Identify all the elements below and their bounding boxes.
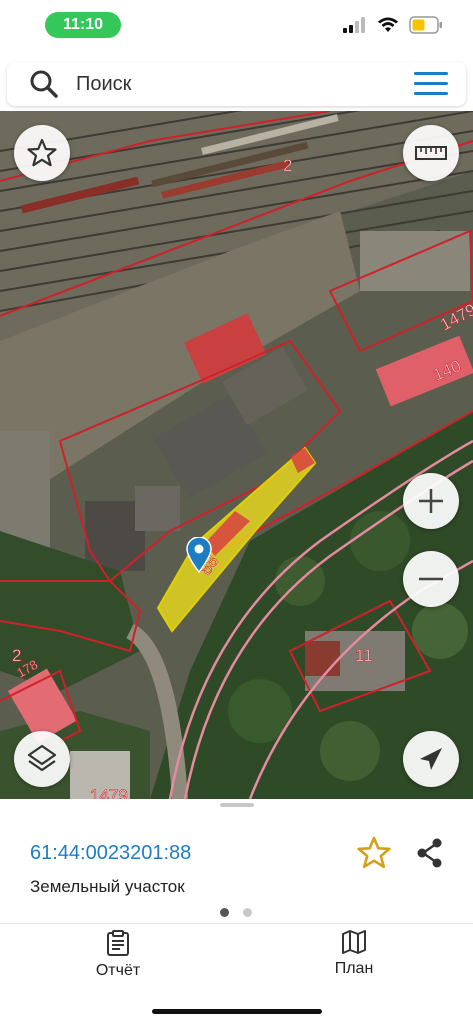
map-label: 1479 (437, 300, 473, 335)
sheet-grabber[interactable] (220, 803, 254, 807)
wifi-icon (378, 17, 398, 32)
tab-plan-label: План (334, 960, 374, 977)
search-bar[interactable]: Поиск (7, 62, 466, 106)
home-indicator (152, 1009, 322, 1014)
minus-icon (419, 577, 443, 581)
favorite-map-button[interactable] (14, 125, 70, 181)
map-label: 11 (355, 646, 373, 665)
map-labels: 2 1479 140 88 11 2 178 1479 (12, 156, 473, 799)
battery-icon (409, 16, 442, 34)
page-indicator (220, 908, 252, 917)
menu-icon[interactable] (414, 72, 448, 96)
share-icon[interactable] (416, 838, 444, 868)
layers-icon (27, 744, 57, 772)
satellite-map[interactable]: 2 1479 140 88 11 2 178 1479 (0, 111, 473, 799)
navigation-arrow-icon (420, 748, 442, 770)
tab-report-label: Отчёт (95, 962, 141, 979)
object-type: Земельный участок (30, 877, 185, 896)
status-bar: 11:10 (0, 0, 473, 52)
search-input[interactable]: Поиск (76, 73, 131, 96)
page-dot[interactable] (243, 908, 252, 917)
layers-button[interactable] (14, 731, 70, 787)
zoom-in-button[interactable] (403, 473, 459, 529)
map-label: 2 (12, 646, 21, 665)
map-label: 1479 (90, 786, 128, 799)
ruler-icon (415, 146, 447, 160)
plus-icon (419, 489, 443, 513)
my-location-button[interactable] (403, 731, 459, 787)
cadastral-number[interactable]: 61:44:0023201:88 (30, 842, 191, 865)
map-icon (342, 930, 366, 954)
cellular-signal-icon (343, 17, 365, 33)
status-icons (343, 16, 443, 34)
star-outline-icon (27, 138, 57, 167)
tab-plan[interactable]: План (294, 930, 414, 990)
status-time: 11:10 (45, 12, 121, 38)
map-label: 140 (430, 356, 463, 384)
ruler-button[interactable] (403, 125, 459, 181)
search-icon (30, 70, 58, 98)
zoom-out-button[interactable] (403, 551, 459, 607)
favorite-star-icon[interactable] (357, 836, 391, 870)
clipboard-icon (107, 930, 129, 956)
divider (0, 923, 473, 924)
app-root: 11:10 Поиск 2 1479 140 88 11 2 178 1479 … (0, 0, 473, 1024)
map-label: 2 (283, 156, 292, 175)
location-pin-icon[interactable] (186, 537, 212, 573)
page-dot-active[interactable] (220, 908, 229, 917)
tab-report[interactable]: Отчёт (58, 930, 178, 990)
